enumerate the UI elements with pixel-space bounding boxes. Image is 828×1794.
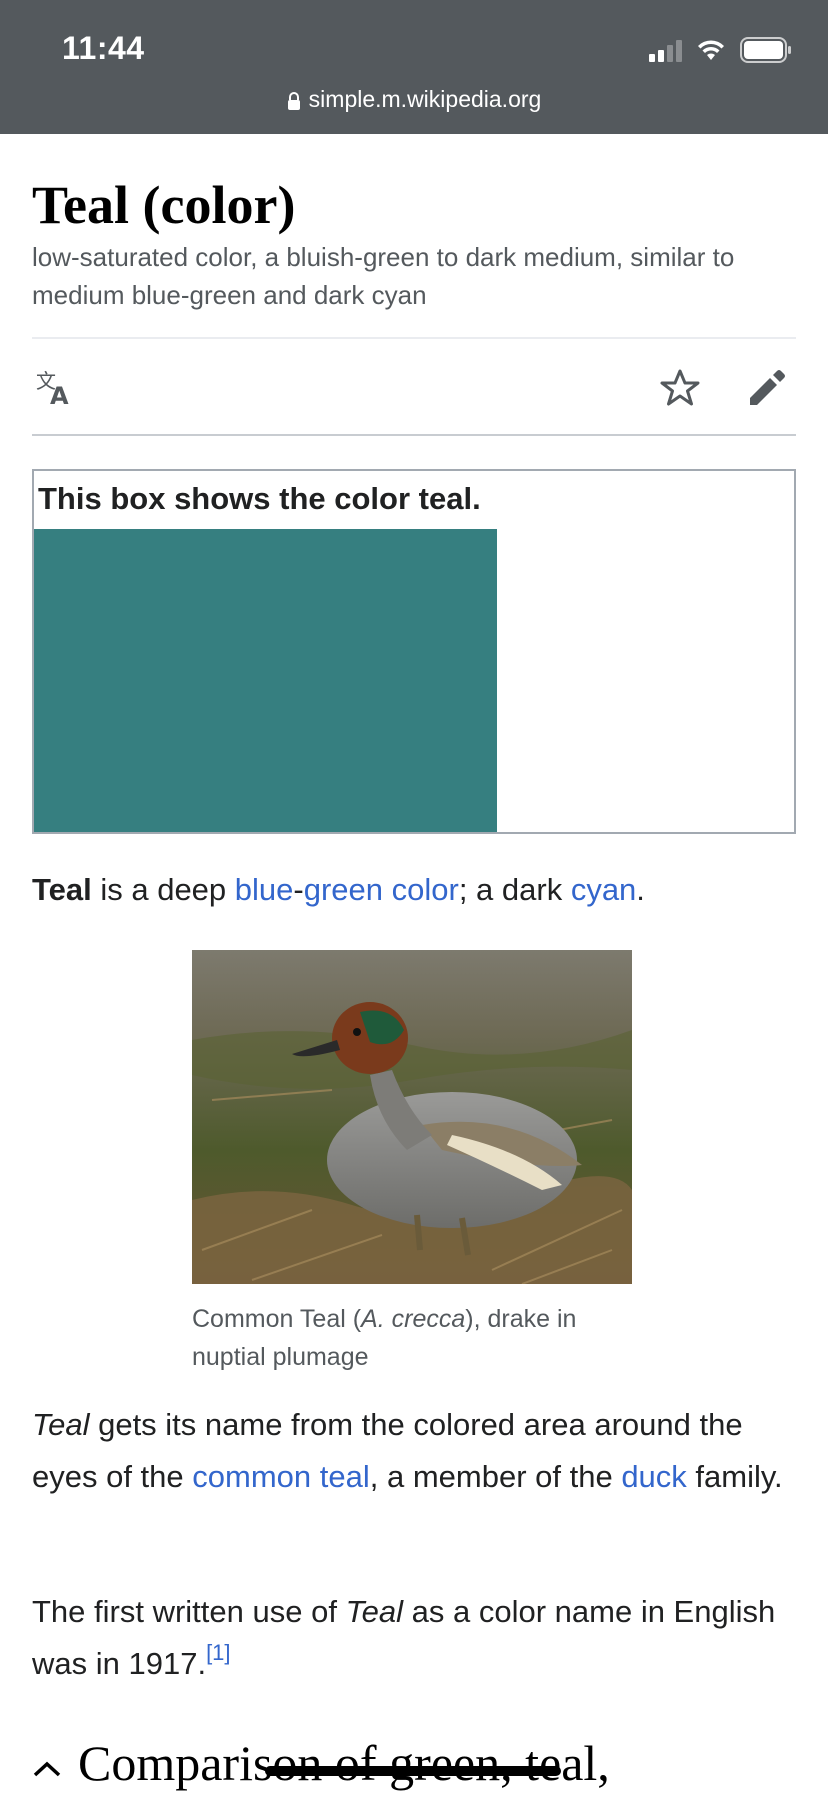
link-green-color[interactable]: green color [304,872,459,907]
page-title: Teal (color) [32,175,296,235]
edit-button[interactable] [742,364,790,412]
link-common-teal[interactable]: common teal [192,1459,369,1494]
home-indicator[interactable] [265,1766,561,1776]
divider [32,434,796,436]
star-icon [660,369,700,406]
language-button[interactable]: 文 A [32,364,80,412]
italic-term: Teal [345,1594,404,1629]
svg-text:A: A [50,382,69,408]
intro-paragraph: Teal is a deep blue-green color; a dark … [32,864,796,916]
teal-swatch [34,529,497,832]
text: family. [686,1459,783,1494]
figure: Common Teal (A. crecca), drake in nuptia… [192,950,632,1376]
text: The first written use of [32,1594,346,1629]
pencil-icon [750,370,785,405]
text: . [636,872,645,907]
color-box-caption: This box shows the color teal. [38,481,481,516]
page-description: low-saturated color, a bluish-green to d… [32,242,735,310]
text: - [293,872,304,907]
wifi-icon [698,40,724,60]
species-name: A. crecca [361,1305,466,1333]
link-cyan[interactable]: cyan [571,872,636,907]
chevron-up-icon [33,1761,61,1776]
text: Common Teal ( [192,1305,362,1333]
italic-term: Teal [32,1407,90,1442]
section-heading[interactable]: Comparison of green, teal, [32,1734,828,1794]
text: is a deep [91,872,235,907]
address-bar[interactable]: simple.m.wikipedia.org [0,86,828,113]
cellular-signal-icon [649,38,682,62]
paragraph-name-origin: Teal gets its name from the colored area… [32,1399,796,1503]
status-time: 11:44 [62,30,145,66]
link-blue[interactable]: blue [235,872,294,907]
reference-link[interactable]: [1] [206,1640,230,1665]
figure-caption: Common Teal (A. crecca), drake in nuptia… [192,1300,632,1376]
browser-top-bar: 11:44 simple.m.wikipedia.org [0,0,828,134]
teal-duck-photo[interactable] [192,950,632,1284]
paragraph-first-use: The first written use of Teal as a color… [32,1586,796,1690]
status-icons [649,36,792,64]
lock-icon [287,92,300,110]
watch-star-button[interactable] [656,364,704,412]
url-text: simple.m.wikipedia.org [308,86,542,112]
bold-term: Teal [32,872,92,907]
text: ; a dark [458,872,571,907]
divider [32,337,796,339]
color-box: This box shows the color teal. [32,469,796,834]
translate-icon: 文 A [36,369,69,408]
link-duck[interactable]: duck [621,1459,686,1494]
section-heading-text: Comparison of green, teal, [78,1735,610,1791]
text: , a member of the [369,1459,622,1494]
battery-icon [740,37,791,63]
